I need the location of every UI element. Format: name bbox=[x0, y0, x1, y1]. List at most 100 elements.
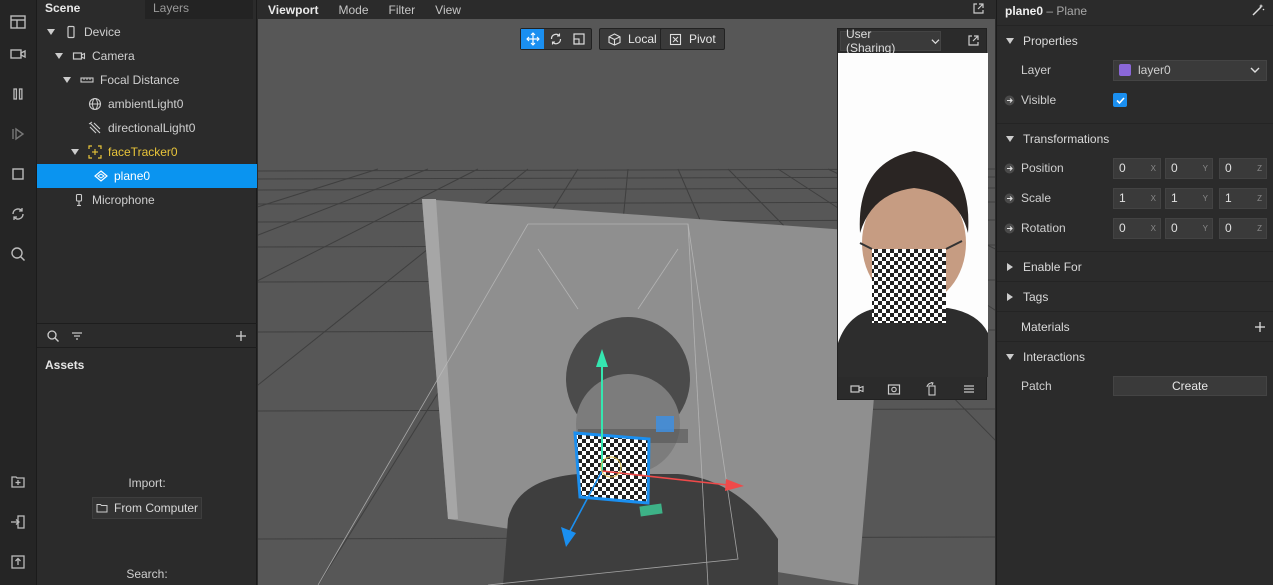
menu-mode[interactable]: Mode bbox=[338, 3, 368, 17]
device-icon bbox=[64, 25, 78, 39]
scale-x-input[interactable]: 1X bbox=[1113, 187, 1161, 209]
visible-checkbox[interactable] bbox=[1113, 93, 1127, 107]
scale-icon bbox=[572, 33, 585, 45]
section-properties[interactable]: Properties bbox=[997, 25, 1273, 55]
tree-item-plane[interactable]: plane0 bbox=[37, 164, 257, 188]
add-file-icon[interactable] bbox=[7, 471, 29, 493]
tab-scene[interactable]: Scene bbox=[37, 0, 145, 19]
rotation-y-input[interactable]: 0Y bbox=[1165, 217, 1213, 239]
plane-icon bbox=[94, 169, 108, 183]
from-computer-button[interactable]: From Computer bbox=[92, 497, 202, 519]
rotation-x-input[interactable]: 0X bbox=[1113, 217, 1161, 239]
add-material-icon[interactable] bbox=[1254, 321, 1266, 333]
scale-y-input[interactable]: 1Y bbox=[1165, 187, 1213, 209]
tree-item-camera[interactable]: Camera bbox=[37, 44, 257, 68]
chevron-down-icon[interactable] bbox=[46, 28, 56, 36]
rotate-device-icon[interactable] bbox=[925, 382, 939, 396]
section-enable-for[interactable]: Enable For bbox=[997, 251, 1273, 281]
magic-wand-icon[interactable] bbox=[1251, 3, 1265, 17]
layer-value: layer0 bbox=[1138, 63, 1171, 77]
tree-item-focal-distance[interactable]: Focal Distance bbox=[37, 68, 257, 92]
pivot-icon bbox=[669, 33, 682, 45]
rotate-tool-button[interactable] bbox=[544, 29, 567, 49]
search-icon[interactable] bbox=[7, 243, 29, 265]
tab-layers[interactable]: Layers bbox=[145, 0, 253, 19]
menu-filter[interactable]: Filter bbox=[389, 3, 416, 17]
layer-select[interactable]: layer0 bbox=[1113, 59, 1267, 81]
camera-icon bbox=[72, 49, 86, 63]
object-name: plane0 bbox=[1005, 4, 1044, 18]
focal-icon bbox=[80, 73, 94, 87]
reload-icon[interactable] bbox=[7, 203, 29, 225]
section-label: Interactions bbox=[1023, 349, 1086, 364]
menu-icon[interactable] bbox=[962, 382, 976, 396]
export-icon[interactable] bbox=[7, 551, 29, 573]
patch-arrow-icon[interactable] bbox=[1004, 163, 1015, 174]
chevron-down-icon[interactable] bbox=[54, 52, 64, 60]
position-z-input[interactable]: 0Z bbox=[1219, 157, 1267, 179]
chevron-down-icon[interactable] bbox=[70, 148, 80, 156]
folder-icon bbox=[96, 504, 108, 513]
play-icon[interactable] bbox=[7, 123, 29, 145]
import-icon[interactable] bbox=[7, 511, 29, 533]
section-transformations[interactable]: Transformations bbox=[997, 123, 1273, 153]
stop-icon[interactable] bbox=[7, 163, 29, 185]
tree-item-label: directionalLight0 bbox=[108, 121, 196, 135]
section-interactions[interactable]: Interactions bbox=[997, 341, 1273, 371]
viewport[interactable]: Viewport Mode Filter View Local Pivot Us… bbox=[258, 0, 995, 585]
rotation-z-input[interactable]: 0Z bbox=[1219, 217, 1267, 239]
menu-viewport[interactable]: Viewport bbox=[268, 3, 318, 17]
camera-icon[interactable] bbox=[7, 43, 29, 65]
external-link-icon[interactable] bbox=[972, 2, 985, 15]
tool-rail bbox=[0, 0, 37, 585]
pause-icon[interactable] bbox=[7, 83, 29, 105]
external-link-icon[interactable] bbox=[967, 34, 980, 47]
filter-icon[interactable] bbox=[70, 329, 84, 343]
screenshot-icon[interactable] bbox=[887, 382, 901, 396]
menu-view[interactable]: View bbox=[435, 3, 461, 17]
scale-tool-button[interactable] bbox=[567, 29, 590, 49]
directional-light-icon bbox=[88, 121, 102, 135]
rotate-icon bbox=[550, 33, 561, 45]
chevron-down-icon bbox=[1005, 135, 1015, 143]
patch-arrow-icon[interactable] bbox=[1004, 223, 1015, 234]
section-tags[interactable]: Tags bbox=[997, 281, 1273, 311]
tree-item-ambient-light[interactable]: ambientLight0 bbox=[37, 92, 257, 116]
viewport-menu: Viewport Mode Filter View bbox=[258, 0, 995, 19]
position-label: Position bbox=[1021, 161, 1064, 175]
tree-item-label: Camera bbox=[92, 49, 135, 63]
face-tracker-icon bbox=[88, 145, 102, 159]
tree-item-microphone[interactable]: Microphone bbox=[37, 188, 257, 212]
device-select[interactable]: User (Sharing) bbox=[840, 27, 941, 55]
check-icon bbox=[1115, 96, 1125, 104]
patch-arrow-icon[interactable] bbox=[1004, 193, 1015, 204]
video-icon[interactable] bbox=[850, 382, 864, 396]
tree-item-device[interactable]: Device bbox=[37, 20, 257, 44]
pivot-toggle[interactable]: Pivot bbox=[660, 28, 725, 50]
position-x-input[interactable]: 0X bbox=[1113, 157, 1161, 179]
search-icon[interactable] bbox=[46, 329, 60, 343]
patch-arrow-icon[interactable] bbox=[1004, 95, 1015, 106]
layout-icon[interactable] bbox=[7, 11, 29, 33]
chevron-right-icon bbox=[1005, 262, 1015, 271]
tree-item-label: Microphone bbox=[92, 193, 155, 207]
object-type: – Plane bbox=[1046, 4, 1088, 18]
visible-row: Visible bbox=[997, 85, 1273, 115]
tree-item-face-tracker[interactable]: faceTracker0 bbox=[37, 140, 257, 164]
position-y-input[interactable]: 0Y bbox=[1165, 157, 1213, 179]
scene-panel: Scene Layers Device Camera Focal Distanc… bbox=[37, 0, 257, 585]
local-toggle[interactable]: Local bbox=[599, 28, 666, 50]
create-patch-button[interactable]: Create bbox=[1113, 376, 1267, 396]
layer-label: Layer bbox=[1021, 63, 1052, 77]
tree-item-directional-light[interactable]: directionalLight0 bbox=[37, 116, 257, 140]
scale-z-input[interactable]: 1Z bbox=[1219, 187, 1267, 209]
section-materials[interactable]: Materials bbox=[997, 311, 1273, 341]
move-tool-button[interactable] bbox=[521, 29, 544, 49]
add-icon[interactable] bbox=[234, 329, 248, 343]
chevron-down-icon[interactable] bbox=[62, 76, 72, 84]
simulator-preview bbox=[838, 53, 988, 377]
cube-icon bbox=[608, 32, 621, 46]
simulator-controls bbox=[838, 378, 988, 400]
chevron-down-icon bbox=[1005, 37, 1015, 45]
simulator-screen[interactable] bbox=[838, 53, 988, 377]
